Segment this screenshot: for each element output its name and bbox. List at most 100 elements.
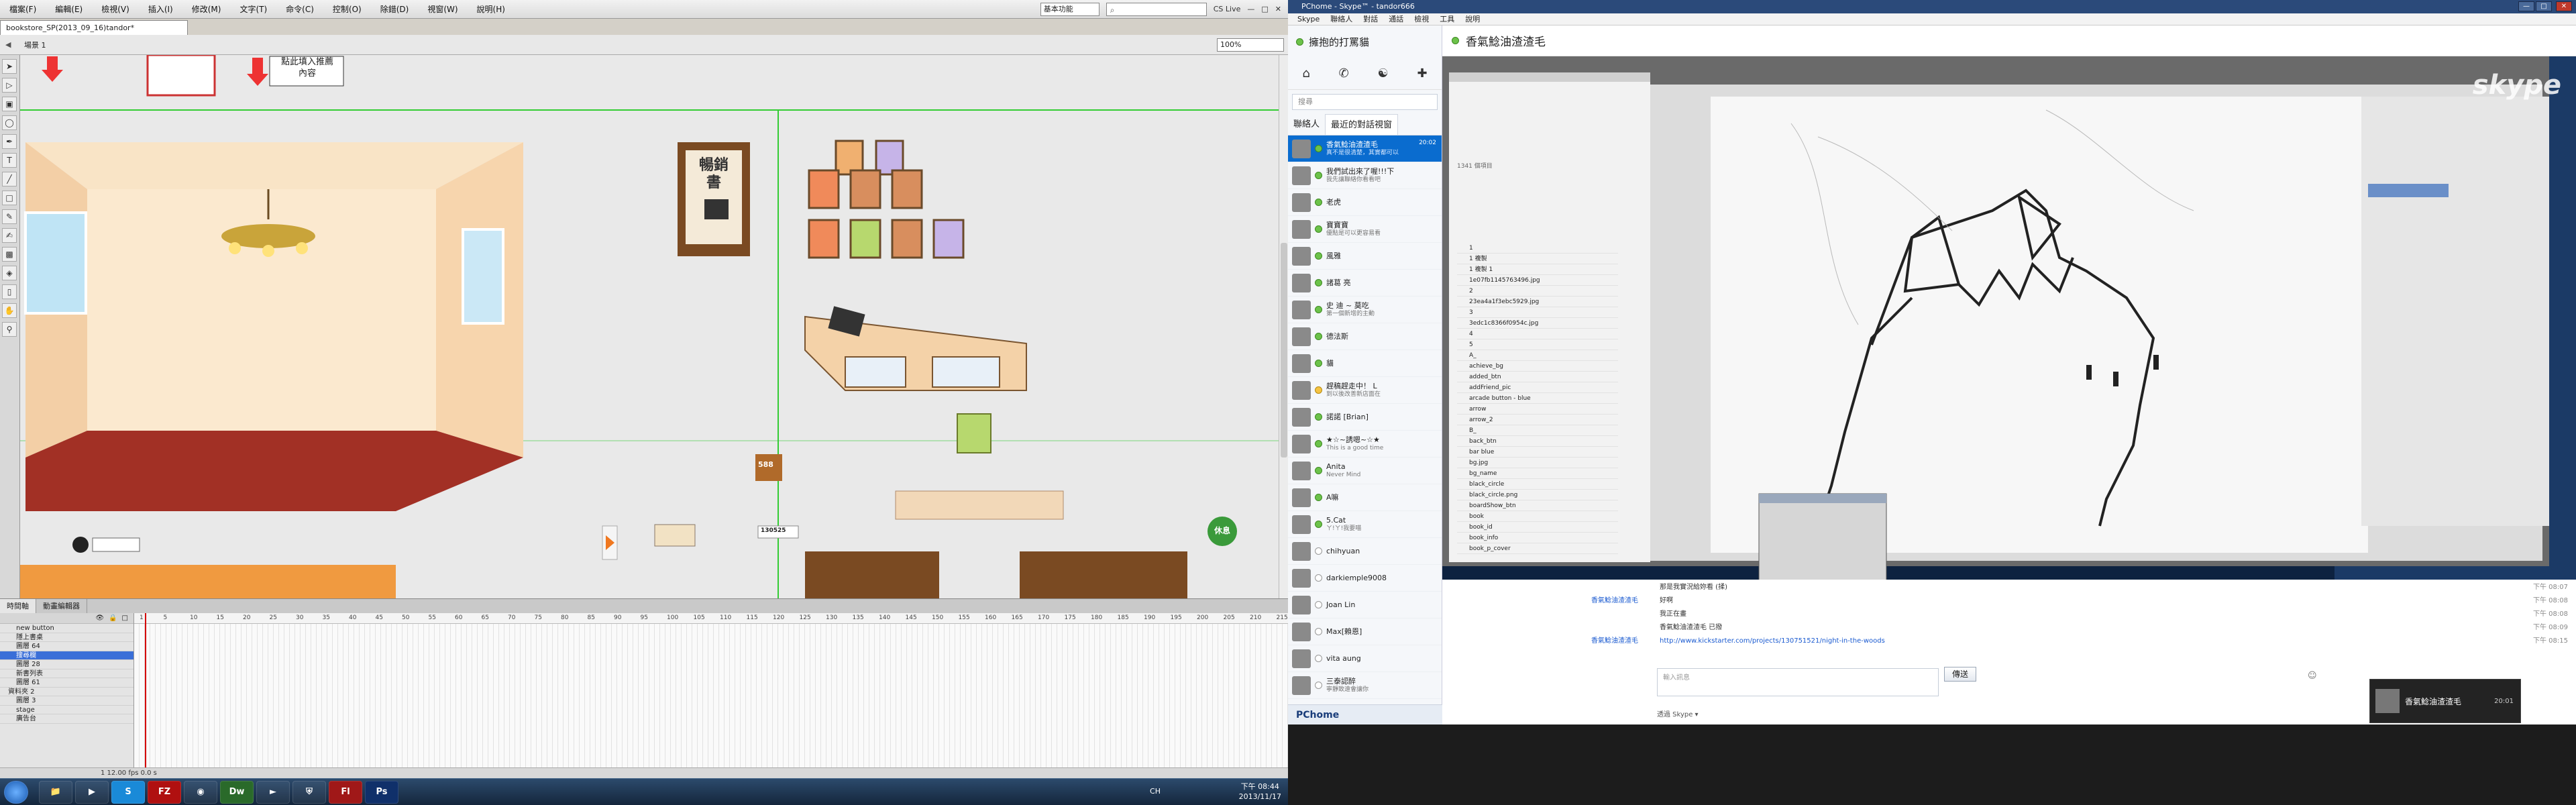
layer-row[interactable]: 圖層 61 bbox=[0, 678, 133, 688]
layer-row[interactable]: 圖層 28 bbox=[0, 660, 133, 669]
layer-row[interactable]: 新書列表 bbox=[0, 669, 133, 678]
contact-item[interactable]: vita aung bbox=[1288, 645, 1442, 672]
maximize-icon[interactable]: □ bbox=[1261, 5, 1268, 13]
status-icon[interactable] bbox=[1296, 38, 1303, 46]
menu-window[interactable]: 視窗(W) bbox=[418, 0, 467, 19]
chrome-icon[interactable]: ◉ bbox=[184, 781, 217, 804]
selection-tool-icon[interactable]: ➤ bbox=[2, 59, 17, 74]
menu-tools[interactable]: 工具 bbox=[1434, 13, 1460, 25]
contact-item[interactable]: 史 迪 ~ 莫吃 第一個新增的主動 bbox=[1288, 297, 1442, 323]
brush-tool-icon[interactable]: ✍ bbox=[2, 228, 17, 243]
tab-contacts[interactable]: 聯絡人 bbox=[1288, 114, 1325, 135]
menu-view[interactable]: 檢視(V) bbox=[92, 0, 139, 19]
hand-tool-icon[interactable]: ✋ bbox=[2, 303, 17, 318]
contact-item[interactable]: Joan Lin bbox=[1288, 592, 1442, 619]
menu-skype[interactable]: Skype bbox=[1292, 13, 1325, 25]
media-player-icon[interactable]: ► bbox=[256, 781, 290, 804]
explorer-icon[interactable]: 📁 bbox=[39, 781, 72, 804]
subselect-tool-icon[interactable]: ▷ bbox=[2, 78, 17, 93]
send-button[interactable]: 傳送 bbox=[1944, 667, 1976, 682]
menu-edit[interactable]: 編輯(E) bbox=[46, 0, 92, 19]
contact-item[interactable]: 風雅 bbox=[1288, 243, 1442, 270]
message-text[interactable]: http://www.kickstarter.com/projects/1307… bbox=[1660, 636, 1885, 647]
menu-debug[interactable]: 除錯(D) bbox=[371, 0, 419, 19]
menu-conversation[interactable]: 對話 bbox=[1358, 13, 1383, 25]
zoom-tool-icon[interactable]: ⚲ bbox=[2, 322, 17, 337]
profile-header[interactable]: 擁抱的打罵貓 bbox=[1288, 25, 1442, 58]
home-icon[interactable]: ⌂ bbox=[1302, 66, 1309, 80]
layer-row[interactable]: 隱上書桌 bbox=[0, 633, 133, 642]
eye-icon[interactable]: 👁 bbox=[95, 613, 104, 623]
photoshop-icon[interactable]: Ps bbox=[365, 781, 398, 804]
contact-item[interactable]: 貓 bbox=[1288, 350, 1442, 377]
layer-row[interactable]: stage bbox=[0, 706, 133, 714]
contact-item[interactable]: 諾諾 [Brian] bbox=[1288, 404, 1442, 431]
pen-tool-icon[interactable]: ✒ bbox=[2, 134, 17, 149]
message-input[interactable]: 輸入訊息 bbox=[1657, 668, 1939, 696]
menu-view[interactable]: 檢視 bbox=[1409, 13, 1434, 25]
tab-recent[interactable]: 最近的對話視窗 bbox=[1325, 114, 1399, 135]
contact-item[interactable]: chihyuan bbox=[1288, 538, 1442, 565]
clock[interactable]: 下午 08:44 2013/11/17 bbox=[1239, 782, 1281, 802]
lock-icon[interactable]: 🔒 bbox=[109, 613, 117, 623]
contact-item[interactable]: 德法斯 bbox=[1288, 323, 1442, 350]
contact-item[interactable]: 我們試出來了喔!!!下 我先讓聯絡你看看吧 bbox=[1288, 162, 1442, 189]
workspace-select[interactable]: 基本功能 bbox=[1040, 2, 1099, 16]
stage-scrollbar[interactable] bbox=[1279, 55, 1288, 598]
frame-grid[interactable]: 1 5 10 15 20 25 30 35 40 45 50 55 60 65 70 75 80 85 90 95 10… bbox=[134, 613, 1288, 767]
menu-command[interactable]: 命令(C) bbox=[276, 0, 323, 19]
document-tab[interactable]: bookstore_SP(2013_09_16)tandor* bbox=[0, 20, 188, 35]
flash-icon[interactable]: Fl bbox=[329, 781, 362, 804]
contact-item[interactable]: A嘛 bbox=[1288, 484, 1442, 511]
contact-item[interactable]: 諸葛 亮 bbox=[1288, 270, 1442, 297]
input-language[interactable]: CH bbox=[1150, 787, 1161, 796]
menu-modify[interactable]: 修改(M) bbox=[182, 0, 231, 19]
contact-item[interactable]: 三泰認醉 寧靜致遠會讓你 bbox=[1288, 672, 1442, 699]
pencil-tool-icon[interactable]: ✎ bbox=[2, 209, 17, 224]
close-icon[interactable]: ✕ bbox=[1275, 5, 1281, 13]
menu-control[interactable]: 控制(O) bbox=[323, 0, 371, 19]
layer-row[interactable]: 廣告台 bbox=[0, 714, 133, 724]
send-via-select[interactable]: 透過 Skype ▾ bbox=[1657, 708, 1699, 718]
shield-icon[interactable]: ⛨ bbox=[292, 781, 326, 804]
rect-tool-icon[interactable]: □ bbox=[2, 191, 17, 205]
back-arrow-icon[interactable]: ◀ bbox=[5, 40, 11, 49]
contact-item[interactable]: 趕稿趕走中！ L 到以後改善新店面在 bbox=[1288, 377, 1442, 404]
start-button[interactable] bbox=[4, 781, 28, 804]
menu-help[interactable]: 說明(H) bbox=[468, 0, 515, 19]
menu-file[interactable]: 檔案(F) bbox=[0, 0, 46, 19]
contact-item[interactable]: 5.Cat ㄚ!ㄚ!我要喵 bbox=[1288, 511, 1442, 538]
menu-text[interactable]: 文字(T) bbox=[230, 0, 276, 19]
layer-row[interactable]: 搜尋欄 bbox=[0, 651, 133, 660]
outline-icon[interactable]: □ bbox=[122, 613, 128, 623]
zoom-select[interactable]: 100% bbox=[1217, 38, 1284, 52]
contact-item[interactable]: darkiemple9008 bbox=[1288, 565, 1442, 592]
menu-contacts[interactable]: 聯絡人 bbox=[1325, 13, 1358, 25]
bucket-tool-icon[interactable]: ▩ bbox=[2, 247, 17, 262]
contact-item[interactable]: ★☆~誘嗯~☆★ This is a good time bbox=[1288, 431, 1442, 458]
playhead[interactable] bbox=[145, 613, 146, 767]
maximize-icon[interactable]: □ bbox=[2536, 1, 2552, 11]
rest-button[interactable]: 休息 bbox=[1210, 525, 1234, 536]
tab-timeline[interactable]: 時間軸 bbox=[0, 599, 36, 613]
dreamweaver-icon[interactable]: Dw bbox=[220, 781, 254, 804]
notification-toast[interactable]: 香氣鯰油渣渣毛 20:01 bbox=[2369, 679, 2521, 723]
help-search-input[interactable] bbox=[1106, 2, 1207, 16]
tab-motion-editor[interactable]: 動畫編輯器 bbox=[36, 599, 87, 613]
menu-call[interactable]: 通話 bbox=[1383, 13, 1409, 25]
cs-live-button[interactable]: CS Live bbox=[1214, 5, 1241, 13]
text-tool-icon[interactable]: T bbox=[2, 153, 17, 168]
eraser-tool-icon[interactable]: ▯ bbox=[2, 284, 17, 299]
emoticon-icon[interactable]: ☺ bbox=[2308, 671, 2317, 681]
contact-item[interactable]: Anita Never Mind bbox=[1288, 458, 1442, 484]
layer-row[interactable]: 資料夾 2 bbox=[0, 688, 133, 696]
group-icon[interactable]: ☯ bbox=[1378, 66, 1389, 80]
line-tool-icon[interactable]: ╱ bbox=[2, 172, 17, 186]
contact-item[interactable]: 寶寶寶 優點是可以更容易看 bbox=[1288, 216, 1442, 243]
close-icon[interactable]: ✕ bbox=[2556, 1, 2572, 11]
layer-row[interactable]: 圖層 64 bbox=[0, 642, 133, 651]
frame-ruler[interactable]: 1 5 10 15 20 25 30 35 40 45 50 55 60 65 70 75 80 85 90 95 10… bbox=[134, 613, 1288, 624]
minimize-icon[interactable]: — bbox=[2518, 1, 2534, 11]
add-contact-icon[interactable]: ✚ bbox=[1417, 66, 1427, 80]
filezilla-icon[interactable]: FZ bbox=[148, 781, 181, 804]
